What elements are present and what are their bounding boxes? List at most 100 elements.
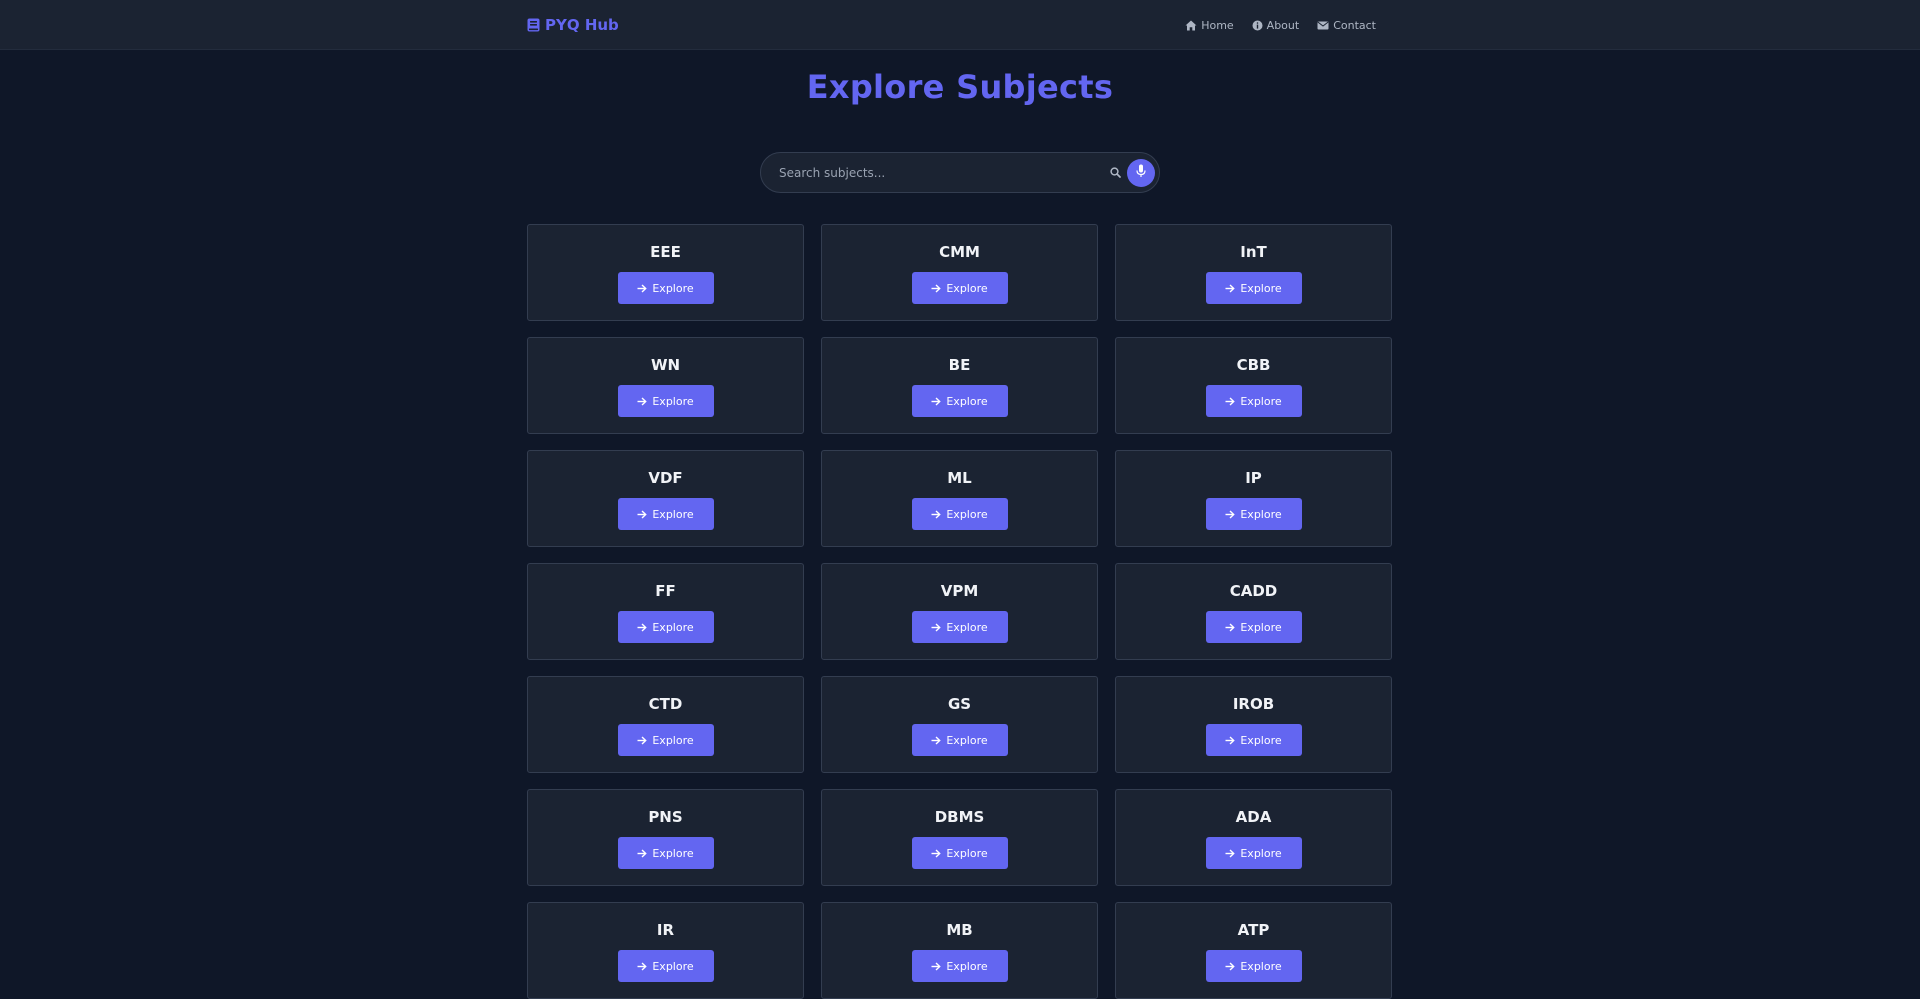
subject-grid: EEE Explore CMM Explore InT Explore WN Explore B… (527, 224, 1392, 999)
explore-button-label: Explore (652, 394, 694, 408)
explore-button-label: Explore (946, 620, 988, 634)
subject-title: IROB (1232, 695, 1275, 713)
brand-link[interactable]: PYQ Hub (527, 16, 619, 34)
arrow-right-icon (931, 622, 942, 632)
subject-card: DBMS Explore (821, 789, 1098, 886)
arrow-right-icon (637, 396, 648, 406)
explore-button-label: Explore (652, 281, 694, 295)
subject-title: CMM (939, 243, 980, 261)
arrow-right-icon (637, 735, 648, 745)
arrow-right-icon (931, 283, 942, 293)
subject-card: CBB Explore (1115, 337, 1392, 434)
subject-title: VDF (648, 469, 683, 487)
explore-button[interactable]: Explore (1205, 950, 1302, 982)
arrow-right-icon (1225, 735, 1236, 745)
explore-button[interactable]: Explore (617, 950, 714, 982)
voice-search-button[interactable] (1127, 158, 1155, 187)
subject-card: EEE Explore (527, 224, 804, 321)
explore-button[interactable]: Explore (617, 837, 714, 869)
arrow-right-icon (1225, 396, 1236, 406)
subject-card: IP Explore (1115, 450, 1392, 547)
subject-card: BE Explore (821, 337, 1098, 434)
subject-title: VPM (940, 582, 979, 600)
nav-links: Home About Contact (1185, 19, 1376, 32)
explore-button-label: Explore (1240, 620, 1282, 634)
explore-button[interactable]: Explore (911, 724, 1008, 756)
subject-title: WN (650, 356, 681, 374)
subject-title: DBMS (934, 808, 985, 826)
explore-button-label: Explore (1240, 394, 1282, 408)
microphone-icon (1136, 163, 1146, 182)
home-icon (1185, 20, 1197, 31)
subject-title: GS (947, 695, 972, 713)
explore-button[interactable]: Explore (911, 611, 1008, 643)
search-bar (760, 152, 1160, 193)
subject-title: CADD (1229, 582, 1278, 600)
arrow-right-icon (931, 961, 942, 971)
explore-button-label: Explore (652, 733, 694, 747)
nav-link-about[interactable]: About (1252, 18, 1300, 32)
arrow-right-icon (931, 509, 942, 519)
explore-button-label: Explore (946, 281, 988, 295)
explore-button-label: Explore (1240, 846, 1282, 860)
explore-button[interactable]: Explore (617, 385, 714, 417)
subject-card: ML Explore (821, 450, 1098, 547)
subject-title: EEE (650, 243, 681, 261)
nav-link-home[interactable]: Home (1185, 18, 1234, 32)
subject-card: VPM Explore (821, 563, 1098, 660)
explore-button-label: Explore (652, 507, 694, 521)
explore-button[interactable]: Explore (1205, 385, 1302, 417)
explore-button[interactable]: Explore (911, 837, 1008, 869)
subject-card: CADD Explore (1115, 563, 1392, 660)
subject-card: IROB Explore (1115, 676, 1392, 773)
subject-title: IR (656, 921, 675, 939)
page-title: Explore Subjects (806, 68, 1114, 106)
subject-title: InT (1240, 243, 1267, 261)
explore-button[interactable]: Explore (1205, 272, 1302, 304)
nav-link-about-label: About (1266, 18, 1300, 32)
explore-button[interactable]: Explore (1205, 611, 1302, 643)
subject-title: CBB (1236, 356, 1271, 374)
subject-title: MB (946, 921, 973, 939)
info-circle-icon (1252, 20, 1263, 31)
nav-link-home-label: Home (1201, 18, 1234, 32)
explore-button[interactable]: Explore (617, 724, 714, 756)
explore-button[interactable]: Explore (617, 272, 714, 304)
arrow-right-icon (1225, 283, 1236, 293)
explore-button[interactable]: Explore (1205, 498, 1302, 530)
subject-card: VDF Explore (527, 450, 804, 547)
search-input[interactable] (777, 153, 1110, 192)
explore-button-label: Explore (1240, 959, 1282, 973)
explore-button[interactable]: Explore (1205, 724, 1302, 756)
subject-card: WN Explore (527, 337, 804, 434)
subject-title: CTD (648, 695, 683, 713)
nav-link-contact[interactable]: Contact (1317, 19, 1376, 32)
arrow-right-icon (637, 961, 648, 971)
explore-button-label: Explore (946, 959, 988, 973)
explore-button-label: Explore (946, 507, 988, 521)
explore-button[interactable]: Explore (911, 385, 1008, 417)
explore-button-label: Explore (652, 846, 694, 860)
explore-button-label: Explore (1240, 733, 1282, 747)
arrow-right-icon (1225, 961, 1236, 971)
arrow-right-icon (1225, 848, 1236, 858)
subject-card: FF Explore (527, 563, 804, 660)
explore-button[interactable]: Explore (617, 498, 714, 530)
subject-title: ADA (1235, 808, 1272, 826)
arrow-right-icon (931, 396, 942, 406)
subject-title: ML (947, 469, 972, 487)
explore-button-label: Explore (1240, 507, 1282, 521)
search-icon[interactable] (1110, 167, 1121, 178)
arrow-right-icon (637, 283, 648, 293)
explore-button-label: Explore (946, 846, 988, 860)
explore-button-label: Explore (946, 394, 988, 408)
subject-title: FF (655, 582, 676, 600)
explore-button[interactable]: Explore (617, 611, 714, 643)
explore-button[interactable]: Explore (911, 950, 1008, 982)
arrow-right-icon (637, 848, 648, 858)
explore-button[interactable]: Explore (911, 498, 1008, 530)
subject-card: CMM Explore (821, 224, 1098, 321)
explore-button[interactable]: Explore (1205, 837, 1302, 869)
subject-card: ADA Explore (1115, 789, 1392, 886)
explore-button[interactable]: Explore (911, 272, 1008, 304)
